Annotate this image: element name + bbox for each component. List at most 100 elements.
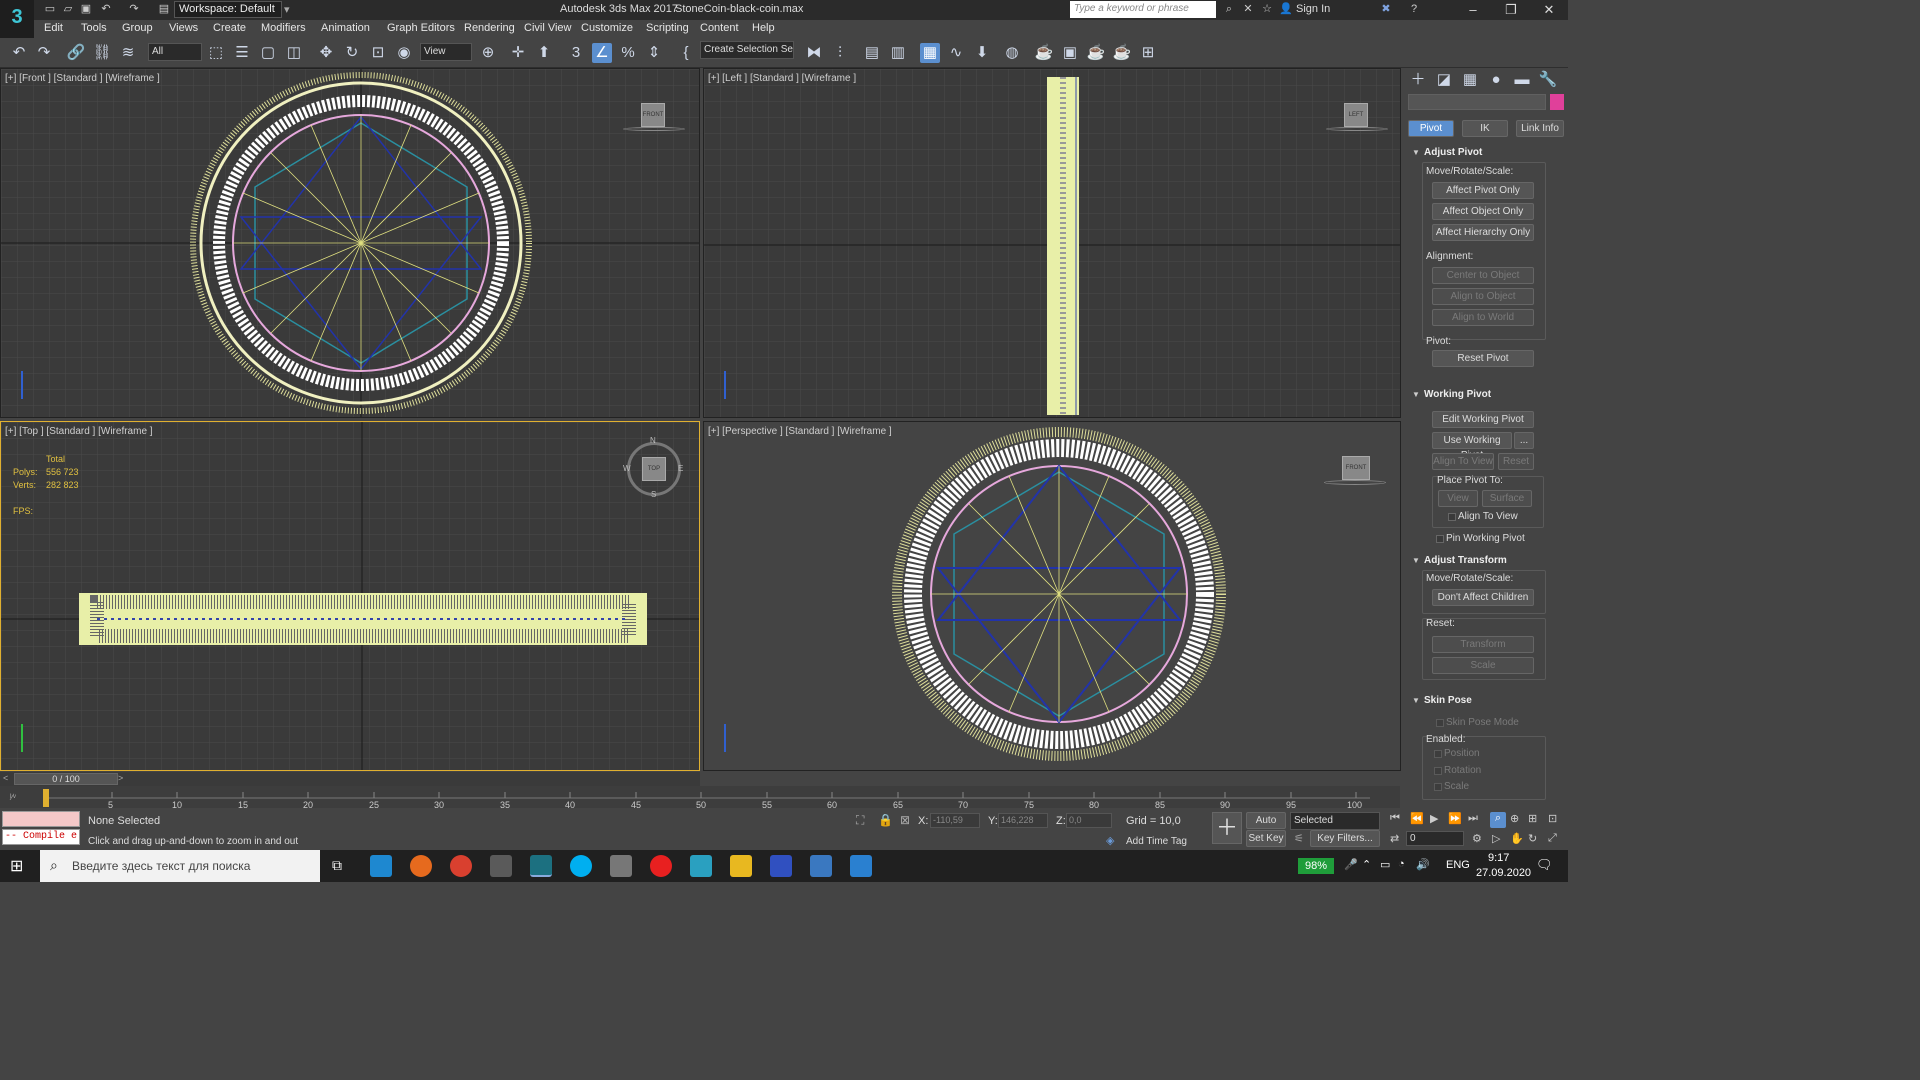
- undo-icon[interactable]: ↶: [9, 43, 29, 63]
- media-icon[interactable]: [490, 855, 512, 877]
- viewport-label-left[interactable]: [+] [Left ] [Standard ] [Wireframe ]: [708, 73, 856, 84]
- viewport-front[interactable]: [+] [Front ] [Standard ] [Wireframe ] FR…: [0, 68, 700, 418]
- compass-east[interactable]: E: [678, 464, 683, 473]
- ribbon-toggle-icon[interactable]: ▦: [920, 43, 940, 63]
- reset-working-pivot-button[interactable]: Reset: [1498, 453, 1534, 470]
- prev-key-icon[interactable]: ⏪: [1410, 812, 1424, 825]
- binoculars-icon[interactable]: ⌕: [1221, 2, 1237, 17]
- new-file-icon[interactable]: ▭: [42, 2, 58, 17]
- tab-ik[interactable]: IK: [1462, 120, 1508, 137]
- redo-icon[interactable]: ↷: [34, 43, 54, 63]
- align-icon[interactable]: ⫶: [830, 43, 850, 63]
- viewport-label-top[interactable]: [+] [Top ] [Standard ] [Wireframe ]: [5, 426, 153, 437]
- menu-modifiers[interactable]: Modifiers: [261, 22, 306, 34]
- microphone-icon[interactable]: 🎤: [1344, 858, 1358, 871]
- create-tab-icon[interactable]: ＋: [1408, 70, 1428, 90]
- viewport-top[interactable]: [+] [Top ] [Standard ] [Wireframe ] Tota…: [0, 421, 700, 771]
- link-icon[interactable]: 🔗: [66, 43, 86, 63]
- reset-scale-button[interactable]: Scale: [1432, 657, 1534, 674]
- reset-transform-button[interactable]: Transform: [1432, 636, 1534, 653]
- keyword-search-input[interactable]: Type a keyword or phrase: [1070, 1, 1216, 18]
- play-icon[interactable]: ▶: [1430, 812, 1438, 825]
- select-by-name-icon[interactable]: ☰: [232, 43, 252, 63]
- unlink-icon[interactable]: ⛓: [92, 43, 112, 63]
- selection-filter-dropdown[interactable]: All: [148, 43, 202, 61]
- redo-icon[interactable]: ↷: [126, 2, 142, 17]
- clock-time[interactable]: 9:17: [1488, 852, 1509, 864]
- menu-edit[interactable]: Edit: [44, 22, 63, 34]
- bind-space-warp-icon[interactable]: ≋: [118, 43, 138, 63]
- open-file-icon[interactable]: ▱: [60, 2, 76, 17]
- file-explorer-icon[interactable]: [730, 855, 752, 877]
- app-icon[interactable]: [610, 855, 632, 877]
- collapse-arrow-icon[interactable]: ▼: [1412, 696, 1420, 705]
- material-editor-icon[interactable]: ◍: [1002, 43, 1022, 63]
- rotation-checkbox[interactable]: [1434, 767, 1442, 775]
- skin-pose-mode-checkbox[interactable]: [1436, 719, 1444, 727]
- chevron-up-icon[interactable]: ⌃: [1362, 858, 1371, 871]
- time-slider-handle[interactable]: 0 / 100: [14, 773, 118, 785]
- maxscript-listener-top[interactable]: [2, 811, 80, 827]
- rollout-adjust-transform[interactable]: Adjust Transform: [1424, 555, 1507, 566]
- motion-tab-icon[interactable]: ●: [1486, 70, 1506, 90]
- collapse-arrow-icon[interactable]: ▼: [1412, 556, 1420, 565]
- key-mode-toggle-icon[interactable]: ⇄: [1390, 832, 1399, 845]
- menu-civil-view[interactable]: Civil View: [524, 22, 571, 34]
- dope-sheet-icon[interactable]: ⬇: [972, 43, 992, 63]
- network-icon[interactable]: ◔: [1398, 858, 1405, 870]
- place-surface-button[interactable]: Surface: [1482, 490, 1532, 507]
- compass-north[interactable]: N: [650, 436, 656, 445]
- time-config-icon[interactable]: ⚙: [1472, 832, 1482, 845]
- mirror-icon[interactable]: ⧓: [804, 43, 824, 63]
- notifications-icon[interactable]: 🗨: [1536, 857, 1553, 873]
- firefox-icon[interactable]: [410, 855, 432, 877]
- window-crossing-icon[interactable]: ◫: [284, 43, 304, 63]
- percent-snap-icon[interactable]: %: [618, 43, 638, 63]
- rendered-frame-window-icon[interactable]: ▣: [1060, 43, 1080, 63]
- save-icon[interactable]: ▣: [78, 2, 94, 17]
- goto-end-icon[interactable]: ⏭: [1468, 812, 1478, 825]
- menu-tools[interactable]: Tools: [81, 22, 107, 34]
- 3dsmax-taskbar-icon[interactable]: [530, 855, 552, 877]
- tab-pivot[interactable]: Pivot: [1408, 120, 1454, 137]
- display-tab-icon[interactable]: ▬: [1512, 70, 1532, 90]
- clock-date[interactable]: 27.09.2020: [1476, 867, 1531, 879]
- skype-icon[interactable]: [570, 855, 592, 877]
- yandex-icon[interactable]: [650, 855, 672, 877]
- use-working-pivot-button[interactable]: Use Working Pivot: [1432, 432, 1512, 461]
- position-checkbox[interactable]: [1434, 750, 1442, 758]
- isolate-selection-icon[interactable]: ⛶: [856, 813, 864, 828]
- next-key-icon[interactable]: ⏩: [1448, 812, 1462, 825]
- project-folder-icon[interactable]: ▤: [156, 2, 172, 17]
- help-icon[interactable]: ?: [1406, 2, 1422, 17]
- window-app-icon[interactable]: [810, 855, 832, 877]
- chrome-icon[interactable]: [450, 855, 472, 877]
- key-filter-icon[interactable]: ⚟: [1294, 832, 1304, 845]
- angle-snap-icon[interactable]: ∠: [592, 43, 612, 63]
- close-icon[interactable]: ✕: [1532, 0, 1566, 20]
- center-to-object-button[interactable]: Center to Object: [1432, 267, 1534, 284]
- align-to-view-checkbox[interactable]: [1448, 513, 1456, 521]
- move-icon[interactable]: ✥: [316, 43, 336, 63]
- edit-named-selection-icon[interactable]: {: [676, 43, 696, 63]
- task-view-icon[interactable]: ⧉: [332, 857, 342, 874]
- z-coordinate-field[interactable]: 0,0: [1066, 813, 1112, 828]
- modify-tab-icon[interactable]: ◪: [1434, 70, 1454, 90]
- render-production-icon[interactable]: ☕: [1086, 43, 1106, 63]
- rollout-adjust-pivot[interactable]: Adjust Pivot: [1424, 147, 1482, 158]
- select-object-icon[interactable]: ⬚: [206, 43, 226, 63]
- place-icon[interactable]: ◉: [394, 43, 414, 63]
- floppy-icon[interactable]: [770, 855, 792, 877]
- viewcube-front[interactable]: FRONT: [641, 103, 665, 127]
- manipulate-icon[interactable]: ✛: [508, 43, 528, 63]
- track-bar[interactable]: ᴵ∕ᵛ 5 10 15 20 25 30 35 40 45 50 55 60 6…: [0, 786, 1400, 810]
- add-time-tag-link[interactable]: Add Time Tag: [1126, 836, 1187, 847]
- collapse-arrow-icon[interactable]: ▼: [1412, 148, 1420, 157]
- place-view-button[interactable]: View: [1438, 490, 1478, 507]
- layer-explorer-icon[interactable]: ▥: [888, 43, 908, 63]
- collapse-arrow-icon[interactable]: ▼: [1412, 390, 1420, 399]
- render-cloud-icon[interactable]: ⊞: [1138, 43, 1158, 63]
- menu-views[interactable]: Views: [169, 22, 198, 34]
- photos-icon[interactable]: [850, 855, 872, 877]
- menu-content[interactable]: Content: [700, 22, 739, 34]
